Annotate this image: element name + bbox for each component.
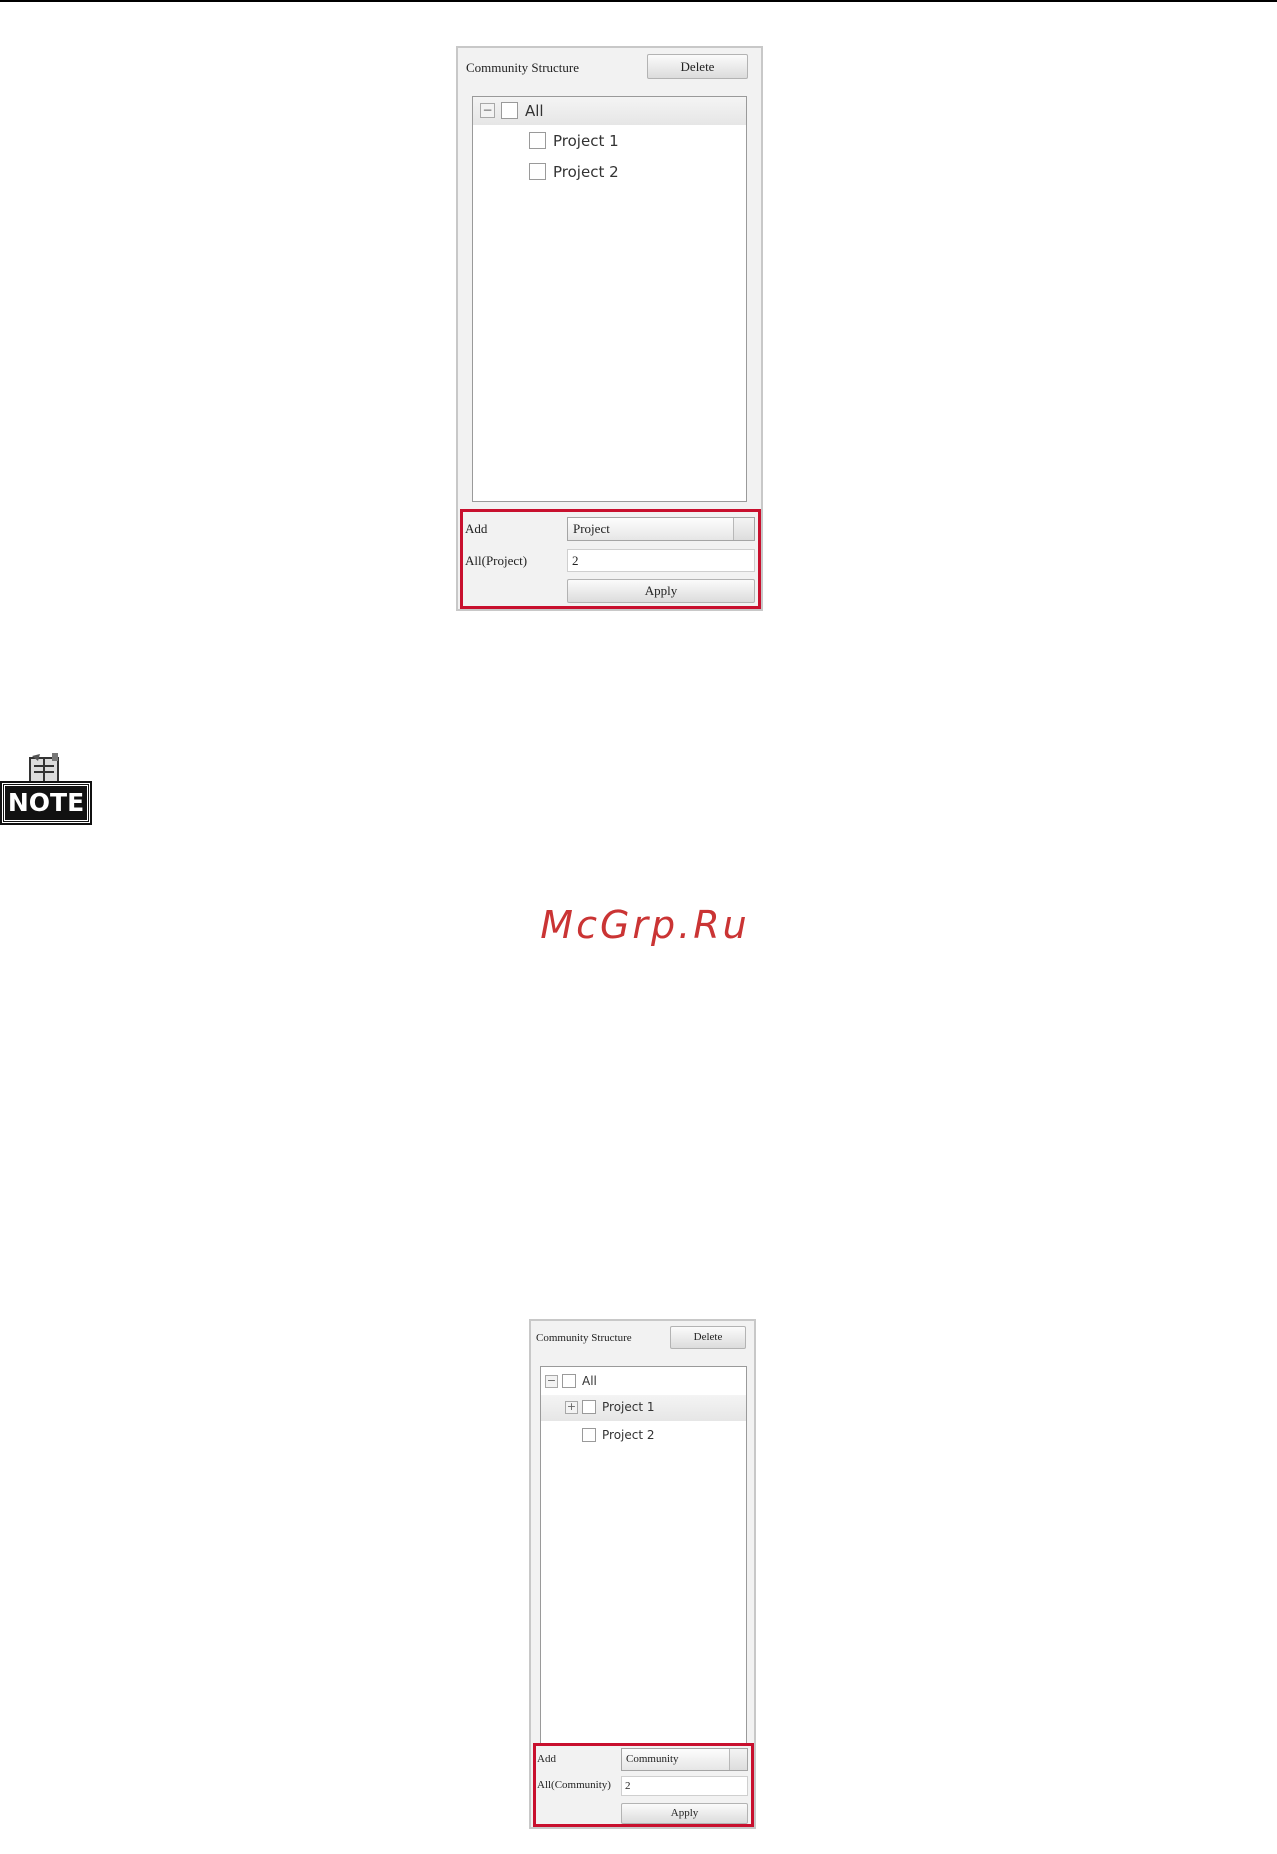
checkbox-all[interactable]: [501, 102, 518, 119]
delete-button[interactable]: Delete: [647, 54, 748, 79]
dropdown-arrow-icon[interactable]: [733, 518, 754, 540]
add-type-select[interactable]: Community: [621, 1748, 748, 1771]
expand-icon[interactable]: +: [565, 1401, 578, 1414]
count-label: All(Community): [537, 1779, 611, 1791]
add-type-value: Community: [626, 1753, 679, 1765]
community-tree[interactable]: − All Project 1 Project 2: [472, 96, 747, 502]
tree-row-project-1[interactable]: Project 1: [473, 127, 746, 155]
checkbox-project-1[interactable]: [582, 1400, 596, 1414]
add-form-highlight: Add Community All(Community) 2 Apply: [533, 1743, 754, 1827]
count-value: 2: [625, 1780, 631, 1792]
collapse-icon[interactable]: −: [480, 103, 495, 118]
note-label: NOTE: [0, 781, 92, 825]
tree-row-project-2[interactable]: Project 2: [541, 1423, 746, 1449]
tree-row-project-2[interactable]: Project 2: [473, 158, 746, 186]
tree-row-project-1[interactable]: + Project 1: [541, 1395, 746, 1421]
checkbox-project-1[interactable]: [529, 132, 546, 149]
note-pad-icon: [29, 753, 59, 785]
panel-title: Community Structure: [466, 60, 580, 75]
tree-label-all: All: [582, 1374, 597, 1388]
delete-button[interactable]: Delete: [670, 1326, 746, 1349]
count-input[interactable]: 2: [621, 1776, 748, 1796]
community-structure-panel-2: Community Structure Delete − All + Proje…: [529, 1319, 756, 1829]
add-label: Add: [537, 1753, 556, 1765]
count-value: 2: [572, 553, 579, 568]
checkbox-project-2[interactable]: [529, 163, 546, 180]
tree-label-project-2: Project 2: [602, 1428, 655, 1442]
tree-label-project-1: Project 1: [602, 1400, 655, 1414]
add-type-select[interactable]: Project: [567, 517, 755, 541]
apply-button[interactable]: Apply: [567, 579, 755, 603]
community-tree[interactable]: − All + Project 1 Project 2: [540, 1366, 747, 1745]
tree-label-all: All: [525, 102, 544, 120]
tree-label-project-1: Project 1: [553, 132, 619, 150]
tree-label-project-2: Project 2: [553, 163, 619, 181]
add-form-highlight: Add Project All(Project) 2 Apply: [460, 509, 761, 609]
checkbox-all[interactable]: [562, 1374, 576, 1388]
count-input[interactable]: 2: [567, 549, 755, 572]
note-icon: NOTE: [0, 752, 92, 825]
page-top-rule: [0, 0, 1277, 2]
panel-title: Community Structure: [536, 1332, 632, 1344]
watermark: McGrp.Ru: [540, 903, 750, 947]
count-label: All(Project): [465, 553, 528, 568]
apply-button[interactable]: Apply: [621, 1803, 748, 1824]
dropdown-arrow-icon[interactable]: [729, 1749, 747, 1770]
community-structure-panel: Community Structure Delete − All Project…: [456, 46, 763, 611]
tree-row-all[interactable]: − All: [473, 97, 746, 125]
checkbox-project-2[interactable]: [582, 1428, 596, 1442]
add-label: Add: [465, 521, 488, 536]
add-type-value: Project: [573, 521, 610, 536]
collapse-icon[interactable]: −: [545, 1375, 558, 1388]
tree-row-all[interactable]: − All: [541, 1369, 746, 1395]
